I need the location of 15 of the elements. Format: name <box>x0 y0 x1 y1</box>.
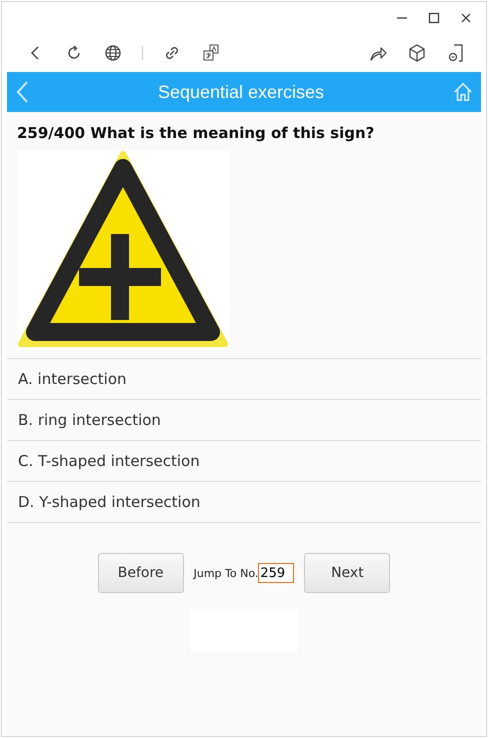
globe-icon[interactable] <box>103 43 123 63</box>
cube-icon[interactable] <box>407 43 427 63</box>
question-text: 259/400 What is the meaning of this sign? <box>16 123 376 142</box>
maximize-icon[interactable] <box>428 12 440 24</box>
close-icon[interactable] <box>460 12 472 24</box>
answer-option[interactable]: A. intersection <box>7 359 481 400</box>
page-title: Sequential exercises <box>156 82 326 102</box>
answer-option[interactable]: D. Y-shaped intersection <box>7 482 481 523</box>
answer-option[interactable]: C. T-shaped intersection <box>7 441 481 482</box>
answer-option[interactable]: B. ring intersection <box>7 400 481 441</box>
next-button[interactable]: Next <box>304 553 390 593</box>
jump-label: Jump To No. <box>194 566 258 580</box>
jump-input[interactable]: 259 <box>258 563 294 583</box>
translate-icon[interactable] <box>201 43 221 63</box>
before-button[interactable]: Before <box>98 553 184 593</box>
